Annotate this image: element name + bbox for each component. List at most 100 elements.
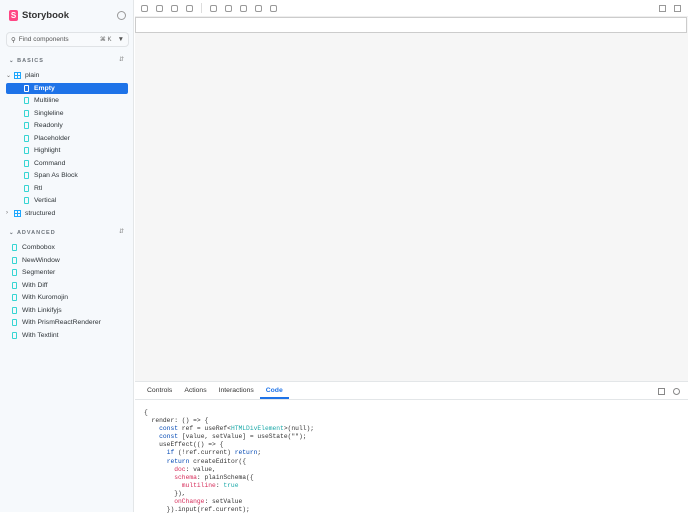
tab-actions[interactable]: Actions xyxy=(178,382,212,399)
tab-code[interactable]: Code xyxy=(259,382,289,399)
filter-icon[interactable]: ▼ xyxy=(118,36,124,43)
close-panel-icon[interactable] xyxy=(673,388,680,395)
story-item[interactable]: Multiline xyxy=(6,95,128,106)
expand-collapse-icon[interactable]: ⇵ xyxy=(119,56,124,63)
divider xyxy=(201,3,202,13)
tab-controls[interactable]: Controls xyxy=(141,382,178,399)
brand[interactable]: S Storybook xyxy=(9,10,69,21)
story-item[interactable]: Singleline xyxy=(6,108,128,119)
code-line: const ref = useRef<HTMLDivElement>(null)… xyxy=(159,425,315,433)
section-label: BASICS xyxy=(17,58,44,64)
story-item[interactable]: Vertical xyxy=(6,195,128,206)
code-line: onChange: setValue xyxy=(174,498,243,506)
section-advanced[interactable]: ⌄ ADVANCED xyxy=(9,230,56,236)
story-item[interactable]: Placeholder xyxy=(6,133,128,144)
search-shortcut: ⌘ K xyxy=(99,37,112,43)
zoom-reset-icon[interactable] xyxy=(186,4,193,12)
preview-toolbar xyxy=(135,0,688,17)
story-icon xyxy=(24,197,29,204)
measure-icon[interactable] xyxy=(270,4,277,12)
code-line: if (!ref.current) return; xyxy=(166,449,262,457)
zoom-in-icon[interactable] xyxy=(156,4,163,12)
panel-orientation-icon[interactable] xyxy=(658,388,665,395)
section-label: ADVANCED xyxy=(16,230,56,236)
settings-gear-icon[interactable] xyxy=(117,11,126,20)
story-icon xyxy=(24,159,29,167)
story-item[interactable]: Combobox xyxy=(6,242,128,253)
share-icon[interactable] xyxy=(674,5,681,12)
story-icon xyxy=(24,97,29,104)
story-item[interactable]: Rtl xyxy=(6,183,128,194)
story-icon xyxy=(24,84,29,92)
code-line: return createEditor({ xyxy=(166,457,247,465)
story-item[interactable]: Empty xyxy=(6,82,128,94)
story-label: NewWindow xyxy=(22,256,60,264)
story-item[interactable]: Highlight xyxy=(6,145,128,156)
story-label: With Linkifyjs xyxy=(22,306,62,314)
story-item[interactable]: With Linkifyjs xyxy=(6,305,128,316)
story-icon xyxy=(24,109,29,117)
story-label: With Diff xyxy=(22,281,48,289)
code-line: }).input(ref.current); xyxy=(144,506,250,514)
reload-icon[interactable] xyxy=(141,4,148,12)
story-item[interactable]: Command xyxy=(6,158,128,169)
storybook-logo: S xyxy=(9,10,18,21)
code-line: }), xyxy=(144,489,186,497)
story-label: Placeholder xyxy=(34,134,70,142)
fullscreen-icon[interactable] xyxy=(659,5,666,12)
viewport-icon[interactable] xyxy=(240,4,247,12)
sidebar: S Storybook ⚲ Find components ⌘ K ▼ ⌄ BA… xyxy=(0,0,134,512)
code-line: multiline: true xyxy=(181,481,239,489)
component-icon xyxy=(14,72,21,79)
code-block: { render: () => { const ref = useRef<HTM… xyxy=(135,400,688,514)
tree-group-label: plain xyxy=(25,72,40,79)
story-item[interactable]: With Diff xyxy=(6,280,128,291)
story-item[interactable]: Readonly xyxy=(6,120,128,131)
tree-group-plain[interactable]: ⌄ plain xyxy=(6,70,128,81)
expand-collapse-icon[interactable]: ⇵ xyxy=(119,228,124,235)
preview-canvas xyxy=(135,17,688,381)
story-item[interactable]: With Kuromojin xyxy=(6,292,128,303)
story-label: Empty xyxy=(34,84,55,92)
outline-icon[interactable] xyxy=(255,4,262,12)
tree-group-label: structured xyxy=(25,209,56,217)
chevron-icon: › xyxy=(6,210,8,216)
story-icon xyxy=(12,331,17,339)
zoom-out-icon[interactable] xyxy=(171,4,178,12)
story-item[interactable]: With PrismReactRenderer xyxy=(6,317,128,328)
story-icon xyxy=(12,269,17,276)
code-line: schema: plainSchema({ xyxy=(174,473,254,481)
code-line: { xyxy=(144,409,148,416)
search-input[interactable]: ⚲ Find components ⌘ K ▼ xyxy=(6,32,129,47)
chevron-icon: ⌄ xyxy=(6,73,12,79)
story-item[interactable]: With Textlint xyxy=(6,330,128,341)
story-item[interactable]: Segmenter xyxy=(6,267,128,278)
tab-interactions[interactable]: Interactions xyxy=(213,382,260,399)
panel-tabs: Controls Actions Interactions Code xyxy=(135,382,688,400)
story-icon xyxy=(24,122,29,129)
story-icon xyxy=(12,306,17,314)
story-editor[interactable] xyxy=(135,17,687,33)
story-item[interactable]: NewWindow xyxy=(6,255,128,266)
story-label: Segmenter xyxy=(22,269,56,276)
grid-icon[interactable] xyxy=(210,4,217,12)
tree-group-structured[interactable]: › structured xyxy=(6,208,128,219)
story-label: Span As Block xyxy=(34,172,78,179)
story-icon xyxy=(24,172,29,179)
search-icon: ⚲ xyxy=(11,36,16,44)
story-label: Highlight xyxy=(34,147,61,154)
story-label: Singleline xyxy=(34,109,64,117)
section-basics[interactable]: ⌄ BASICS xyxy=(9,58,44,64)
story-label: Combobox xyxy=(22,244,55,251)
code-line: doc: value, xyxy=(174,465,216,473)
addons-panel: Controls Actions Interactions Code { render… xyxy=(135,381,688,514)
code-line: const [value, setValue] = useState(""); xyxy=(159,433,307,441)
story-icon xyxy=(12,319,17,326)
story-label: Command xyxy=(34,159,66,167)
story-icon xyxy=(12,294,17,301)
background-icon[interactable] xyxy=(225,4,232,12)
app-title: Storybook xyxy=(22,10,69,21)
component-icon xyxy=(14,209,21,217)
story-item[interactable]: Span As Block xyxy=(6,170,128,181)
code-line: useEffect(() => { xyxy=(144,441,224,449)
